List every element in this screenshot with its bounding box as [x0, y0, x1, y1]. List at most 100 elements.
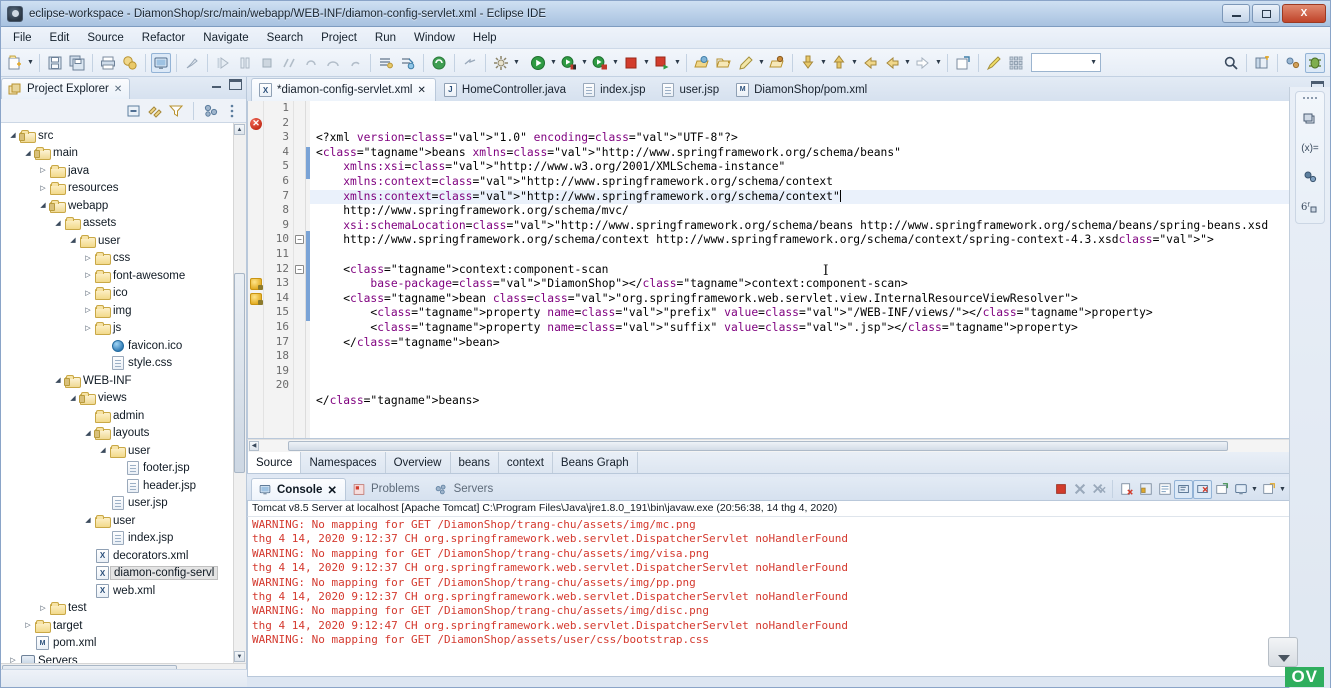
link-with-editor-icon[interactable]	[147, 103, 163, 119]
source-editor[interactable]: ✕ 1234567891011121314151617181920 −− <?x…	[247, 101, 1330, 439]
menu-window[interactable]: Window	[406, 30, 463, 46]
remove-launch-icon[interactable]	[1070, 480, 1089, 499]
menu-project[interactable]: Project	[313, 30, 365, 46]
menu-navigate[interactable]: Navigate	[195, 30, 256, 46]
step-resume-icon[interactable]	[345, 53, 365, 73]
back-icon[interactable]	[860, 53, 880, 73]
tree-item-style-css[interactable]: style.css	[1, 355, 246, 373]
chevron-right-icon[interactable]: ▷	[82, 285, 94, 302]
editor-horizontal-scrollbar[interactable]: ◀ ▶	[247, 439, 1330, 452]
menu-refactor[interactable]: Refactor	[134, 30, 193, 46]
terminate-icon[interactable]	[257, 53, 277, 73]
step-into-icon[interactable]	[213, 53, 233, 73]
step-over-icon[interactable]	[323, 53, 343, 73]
coverage-icon[interactable]	[590, 53, 610, 73]
chevron-down-icon[interactable]: ◢	[7, 127, 19, 144]
tab-console[interactable]: Console ✕	[251, 478, 346, 500]
form-tab-namespaces[interactable]: Namespaces	[301, 452, 385, 473]
chevron-down-icon[interactable]: ◢	[67, 232, 79, 249]
form-tab-overview[interactable]: Overview	[386, 452, 451, 473]
open-task-icon[interactable]	[398, 53, 418, 73]
debug-dropdown-arrow[interactable]: ▼	[580, 53, 589, 73]
new-console-dropdown-arrow[interactable]: ▼	[1250, 479, 1259, 499]
tree-item-user[interactable]: ◢user	[1, 442, 246, 460]
view-kebab-icon[interactable]	[224, 103, 240, 119]
refresh-icon[interactable]	[429, 53, 449, 73]
terminate-icon[interactable]	[1051, 480, 1070, 499]
disconnect-icon[interactable]	[279, 53, 299, 73]
editor-hscroll-thumb[interactable]	[288, 441, 1228, 451]
minimize-icon[interactable]	[210, 79, 223, 90]
tree-item-header-jsp[interactable]: header.jsp	[1, 477, 246, 495]
chevron-down-icon[interactable]: ◢	[67, 390, 79, 407]
chevron-down-icon[interactable]: ◢	[52, 372, 64, 389]
new-class-icon[interactable]	[767, 53, 787, 73]
new-wizard-icon[interactable]	[5, 53, 25, 73]
download-dropdown-arrow[interactable]: ▼	[819, 53, 828, 73]
scroll-up-arrow[interactable]: ▲	[234, 124, 245, 135]
next-arrow-icon[interactable]	[913, 53, 933, 73]
toolbar-combo[interactable]: ▼	[1031, 53, 1101, 72]
form-tab-source[interactable]: Source	[248, 452, 301, 473]
chevron-down-icon[interactable]: ◢	[52, 215, 64, 232]
tree-item-main[interactable]: ◢main	[1, 145, 246, 163]
chevron-down-icon[interactable]: ◢	[37, 197, 49, 214]
save-icon[interactable]	[45, 53, 65, 73]
view-menu-icon[interactable]	[203, 103, 219, 119]
tab-index-jsp[interactable]: index.jsp	[576, 78, 654, 101]
scroll-left-arrow[interactable]: ◀	[249, 441, 259, 451]
open-console-dropdown-arrow[interactable]: ▼	[1278, 479, 1287, 499]
minimize-button[interactable]	[1222, 4, 1250, 23]
project-tree[interactable]: ◢src◢main▷java▷resources◢webapp◢assets◢u…	[1, 123, 246, 663]
chevron-down-icon[interactable]: ◢	[82, 512, 94, 529]
editor-folding-column[interactable]: −−	[294, 101, 306, 438]
display-selected-console-icon[interactable]	[1193, 480, 1212, 499]
open-console-icon[interactable]	[1212, 480, 1231, 499]
editor-marker-column[interactable]: ✕	[248, 101, 264, 438]
show-console-on-output-icon[interactable]	[1155, 480, 1174, 499]
filter-icon[interactable]	[168, 103, 184, 119]
run-dropdown-arrow[interactable]: ▼	[549, 53, 558, 73]
new-dropdown-arrow[interactable]: ▼	[26, 53, 35, 73]
menu-source[interactable]: Source	[79, 30, 131, 46]
chevron-down-icon[interactable]: ◢	[82, 425, 94, 442]
clear-console-icon[interactable]	[1117, 480, 1136, 499]
tree-item-footer-jsp[interactable]: footer.jsp	[1, 460, 246, 478]
maximize-button[interactable]	[1252, 4, 1280, 23]
tree-item-css[interactable]: ▷css	[1, 250, 246, 268]
tab-diamon-config-servlet-xml[interactable]: X *diamon-config-servlet.xml ✕	[251, 78, 436, 101]
menu-edit[interactable]: Edit	[42, 30, 78, 46]
build-icon[interactable]	[120, 53, 140, 73]
tab-project-explorer[interactable]: Project Explorer ✕	[1, 78, 130, 99]
tree-vertical-scrollbar[interactable]: ▲ ▼	[233, 123, 246, 663]
upload-dropdown-arrow[interactable]: ▼	[850, 53, 859, 73]
search-icon[interactable]	[1221, 53, 1241, 73]
menu-run[interactable]: Run	[367, 30, 404, 46]
tree-item-img[interactable]: ▷img	[1, 302, 246, 320]
run-icon[interactable]	[528, 53, 548, 73]
tree-item-test[interactable]: ▷test	[1, 600, 246, 618]
editor-code-content[interactable]: <?xml version=class="val">"1.0" encoding…	[310, 101, 1315, 438]
tree-item-ico[interactable]: ▷ico	[1, 285, 246, 303]
chevron-right-icon[interactable]: ▷	[37, 162, 49, 179]
save-all-icon[interactable]	[67, 53, 87, 73]
tab-problems[interactable]: Problems	[346, 478, 428, 500]
open-console-view-icon[interactable]	[1259, 480, 1278, 499]
console-icon[interactable]	[151, 53, 171, 73]
tree-item-target[interactable]: ▷target	[1, 617, 246, 635]
new-editor-icon[interactable]	[953, 53, 973, 73]
variables-icon[interactable]: (x)=	[1301, 139, 1319, 157]
perspective-icon[interactable]	[1252, 53, 1272, 73]
close-icon[interactable]: ✕	[114, 84, 122, 95]
error-marker-icon[interactable]: ✕	[250, 118, 262, 130]
tree-item-admin[interactable]: admin	[1, 407, 246, 425]
chevron-right-icon[interactable]: ▷	[82, 267, 94, 284]
tree-item-pom-xml[interactable]: Mpom.xml	[1, 635, 246, 653]
tree-item-web-inf[interactable]: ◢WEB-INF	[1, 372, 246, 390]
print-icon[interactable]	[98, 53, 118, 73]
expressions-icon[interactable]	[1301, 168, 1319, 186]
tab-diamonshop-pom-xml[interactable]: M DiamonShop/pom.xml	[729, 78, 876, 101]
tree-item-diamon-config-servl[interactable]: Xdiamon-config-servl	[1, 565, 246, 583]
tree-item-font-awesome[interactable]: ▷font-awesome	[1, 267, 246, 285]
grid-icon[interactable]	[1006, 53, 1026, 73]
